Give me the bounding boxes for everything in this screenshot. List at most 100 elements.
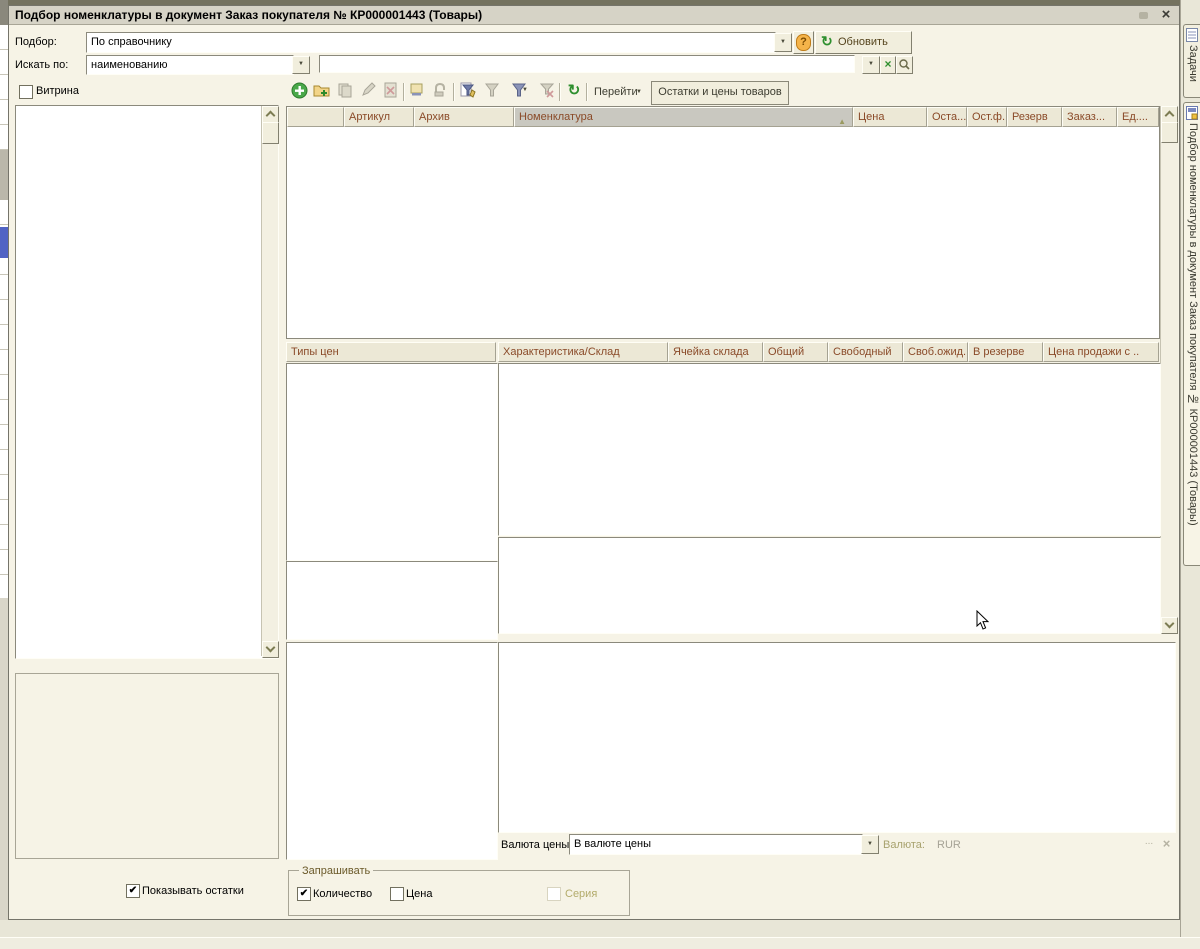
move-to-group-icon	[430, 82, 450, 102]
chevron-up-icon	[266, 111, 276, 121]
close-icon[interactable]: ×	[1158, 6, 1174, 23]
quantity-checkbox[interactable]: ✔	[297, 887, 311, 901]
column-header-free[interactable]: Свободный	[828, 342, 903, 362]
tab-selection-window[interactable]: Подбор номенклатуры в документ Заказ пок…	[1183, 102, 1200, 566]
scroll-thumb[interactable]	[262, 122, 279, 144]
refresh-button-label: Обновить	[838, 35, 888, 49]
stock-table-lower-body[interactable]	[498, 537, 1161, 634]
clear-icon: ×	[884, 57, 891, 71]
column-header-sale-price[interactable]: Цена продажи с ..	[1043, 342, 1159, 362]
price-types-values-panel[interactable]	[286, 642, 498, 860]
column-header-total[interactable]: Общий	[763, 342, 828, 362]
pick-dropdown-button[interactable]: ▼	[774, 33, 792, 52]
price-types-list[interactable]	[286, 363, 498, 561]
pick-label: Подбор:	[15, 35, 57, 49]
go-menu-label: Перейти	[594, 85, 638, 99]
search-by-value: наименованию	[91, 58, 168, 72]
scroll-up-button[interactable]	[1161, 106, 1178, 123]
filter-settings-icon[interactable]	[458, 82, 478, 102]
price-checkbox[interactable]	[390, 887, 404, 901]
list-toolbar: ▼ ↻ Перейти ▼ Остатки и цены товаров	[287, 81, 1177, 105]
help-icon: ?	[796, 34, 811, 51]
column-header-nomenclature[interactable]: Номенклатура ▲	[514, 107, 853, 127]
currency-clear-button: ×	[1159, 836, 1174, 852]
clear-filter-icon	[537, 82, 557, 102]
column-header-characteristic[interactable]: Характеристика/Склад	[498, 342, 668, 362]
column-header-remain-fact[interactable]: Ост.ф.	[967, 107, 1007, 127]
price-types-extra-box[interactable]	[286, 561, 498, 640]
dialog-titlebar[interactable]: Подбор номенклатуры в документ Заказ пок…	[9, 6, 1179, 25]
hierarchy-view-icon[interactable]	[407, 82, 427, 102]
price-label: Цена	[406, 887, 432, 901]
group-tree-scrollbar[interactable]	[261, 106, 278, 656]
toolbar-separator	[559, 83, 561, 101]
scroll-thumb[interactable]	[1161, 122, 1178, 143]
column-header-price[interactable]: Цена	[853, 107, 927, 127]
currency-combobox[interactable]: В валюте цены	[569, 834, 863, 855]
tab-tasks-label: Задачи	[1187, 45, 1199, 82]
items-table-header[interactable]: Артикул Архив Номенклатура ▲ Цена Оста..…	[287, 107, 1159, 128]
group-tree-panel[interactable]	[15, 105, 279, 659]
series-label: Серия	[565, 887, 597, 901]
scroll-down-button[interactable]	[1161, 617, 1178, 634]
search-input[interactable]	[319, 55, 855, 73]
search-history-dropdown-button[interactable]: ▼	[862, 56, 880, 74]
selection-window-icon	[1186, 106, 1198, 120]
show-remains-checkbox[interactable]: ✔	[126, 884, 140, 898]
stock-table-body[interactable]	[498, 363, 1161, 536]
search-by-dropdown-button[interactable]: ▼	[292, 56, 310, 74]
vitrina-checkbox[interactable]	[19, 85, 33, 99]
add-item-icon[interactable]	[289, 82, 309, 102]
search-find-button[interactable]	[896, 56, 913, 74]
request-group: Запрашивать ✔ Количество Цена Серия	[288, 870, 630, 916]
column-header-archive[interactable]: Архив	[414, 107, 514, 127]
delete-item-icon	[381, 82, 401, 102]
dropdown-icon: ▼	[636, 89, 642, 95]
refresh-list-icon[interactable]: ↻	[564, 81, 584, 101]
column-header-in-reserve[interactable]: В резерве	[968, 342, 1043, 362]
items-table[interactable]: Артикул Архив Номенклатура ▲ Цена Оста..…	[286, 106, 1160, 339]
column-header-order[interactable]: Заказ...	[1062, 107, 1117, 127]
pick-combobox[interactable]: По справочнику	[86, 32, 776, 53]
quick-filter-icon[interactable]: ▼	[505, 82, 533, 102]
help-button[interactable]: ?	[793, 31, 814, 54]
items-table-body[interactable]	[287, 128, 1159, 338]
column-header-reserve[interactable]: Резерв	[1007, 107, 1062, 127]
toolbar-separator	[403, 83, 405, 101]
stock-table-header[interactable]: Характеристика/Склад Ячейка склада Общий…	[498, 342, 1159, 363]
currency-label: Валюта:	[883, 838, 925, 852]
column-header-marker[interactable]	[287, 107, 344, 127]
stock-prices-button[interactable]: Остатки и цены товаров	[651, 81, 789, 105]
pin-icon[interactable]	[1139, 12, 1148, 19]
dropdown-icon: ▼	[867, 841, 873, 847]
dropdown-icon: ▼	[868, 61, 874, 67]
stock-prices-button-label: Остатки и цены товаров	[658, 86, 781, 98]
tab-selection-window-label: Подбор номенклатуры в документ Заказ пок…	[1187, 123, 1199, 526]
background-table-rows	[0, 25, 8, 598]
add-group-icon[interactable]	[312, 82, 332, 102]
currency-value: RUR	[937, 838, 961, 852]
search-icon	[899, 59, 910, 70]
price-types-title[interactable]: Типы цен	[286, 342, 496, 362]
scroll-down-button[interactable]	[262, 641, 279, 658]
screen: Подбор номенклатуры в документ Заказ пок…	[0, 0, 1200, 949]
tab-tasks[interactable]: Задачи	[1183, 24, 1200, 98]
search-by-combobox[interactable]: наименованию	[86, 55, 294, 75]
column-header-remain[interactable]: Оста...	[927, 107, 967, 127]
prices-detail-panel[interactable]	[498, 642, 1176, 833]
background-selected-row	[0, 227, 8, 258]
column-header-cell[interactable]: Ячейка склада	[668, 342, 763, 362]
price-types-header[interactable]: Типы цен	[286, 342, 496, 363]
column-header-free-expected[interactable]: Своб.ожид.	[903, 342, 968, 362]
column-header-article[interactable]: Артикул	[344, 107, 414, 127]
toolbar-separator	[586, 83, 588, 101]
column-header-unit[interactable]: Ед....	[1117, 107, 1159, 127]
main-vertical-scrollbar[interactable]	[1160, 106, 1178, 633]
currency-dropdown-button[interactable]: ▼	[861, 835, 879, 854]
currency-select-button: ...	[1140, 836, 1158, 852]
search-clear-button[interactable]: ×	[880, 56, 896, 74]
vitrina-label: Витрина	[36, 84, 79, 98]
go-menu-button[interactable]: Перейти ▼	[592, 84, 646, 101]
refresh-button[interactable]: ↻ Обновить	[815, 31, 912, 54]
scroll-up-button[interactable]	[262, 106, 279, 123]
